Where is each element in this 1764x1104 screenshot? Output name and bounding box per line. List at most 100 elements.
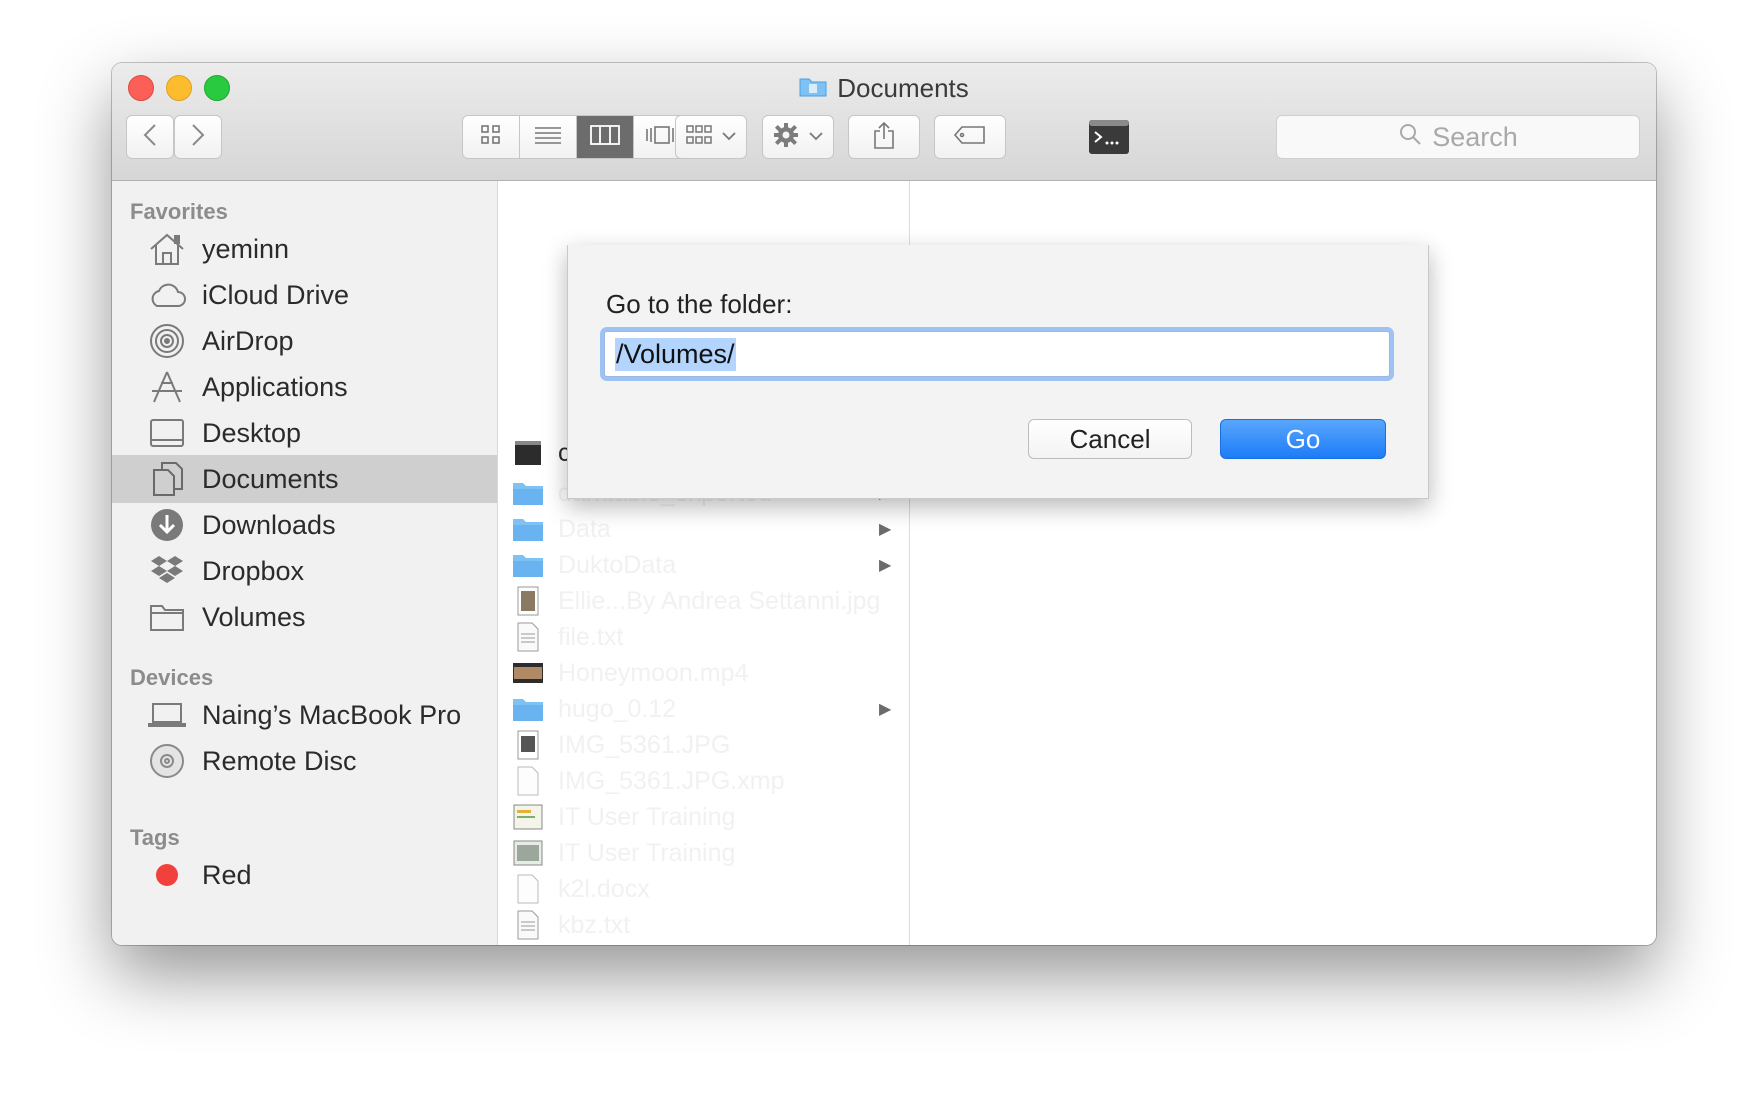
- search-placeholder: Search: [1432, 121, 1518, 152]
- sidebar-item-label: Red: [202, 859, 252, 890]
- laptop-icon: [148, 696, 186, 734]
- disc-icon: [148, 742, 186, 780]
- presentation-file-icon: [512, 837, 544, 869]
- sidebar-item-downloads[interactable]: Downloads: [112, 501, 497, 549]
- list-item[interactable]: IT User Training: [498, 835, 909, 871]
- file-name: DuktoData: [558, 550, 677, 579]
- sidebar-item-volumes[interactable]: Volumes: [112, 593, 497, 641]
- chevron-down-icon: [809, 128, 823, 146]
- sidebar-item-applications[interactable]: Applications: [112, 363, 497, 411]
- list-item[interactable]: DuktoData ▶: [498, 547, 909, 583]
- chevron-down-icon: [722, 128, 736, 146]
- list-item[interactable]: Data ▶: [498, 511, 909, 547]
- window-title-bar: Documents: [112, 71, 1656, 105]
- list-item[interactable]: IMG_5361.JPG.xmp: [498, 763, 909, 799]
- folder-icon: [512, 477, 544, 509]
- sidebar-item-label: Dropbox: [202, 555, 305, 586]
- sidebar-item-airdrop[interactable]: AirDrop: [112, 317, 497, 365]
- list-item[interactable]: IMG_5361.JPG: [498, 727, 909, 763]
- folder-icon: [512, 693, 544, 725]
- column-view-icon: [590, 124, 620, 150]
- file-name: IMG_5361.JPG: [558, 730, 731, 759]
- list-item[interactable]: kbz.txt: [498, 907, 909, 943]
- sidebar-item-label: Remote Disc: [202, 745, 357, 776]
- folder-icon: [799, 73, 827, 104]
- sidebar-item-remote-disc[interactable]: Remote Disc: [112, 737, 497, 785]
- sidebar-item-label: Volumes: [202, 601, 306, 632]
- file-name: file.txt: [558, 622, 624, 651]
- folder-icon: [148, 598, 186, 636]
- video-file-icon: [512, 657, 544, 689]
- gear-icon: [773, 122, 799, 153]
- airdrop-icon: [148, 322, 186, 360]
- sidebar-item-label: Documents: [202, 463, 339, 494]
- sidebar-item-label: Desktop: [202, 417, 302, 448]
- text-file-icon: [512, 909, 544, 941]
- search-icon: [1398, 122, 1422, 153]
- image-file-icon: [512, 729, 544, 761]
- presentation-file-icon: [512, 801, 544, 833]
- sidebar-item-label: Naing’s MacBook Pro: [202, 699, 462, 730]
- text-file-icon: [512, 621, 544, 653]
- tag-button[interactable]: [934, 115, 1006, 159]
- list-item[interactable]: Ellie...By Andrea Settanni.jpg: [498, 583, 909, 619]
- go-button[interactable]: Go: [1220, 419, 1386, 459]
- sidebar-item-label: AirDrop: [202, 325, 294, 356]
- folder-icon: [512, 549, 544, 581]
- disclosure-arrow-icon: ▶: [879, 701, 892, 718]
- tag-icon: [953, 125, 987, 150]
- applications-icon: [148, 368, 186, 406]
- disclosure-arrow-icon: ▶: [879, 521, 892, 538]
- share-icon: [872, 121, 896, 154]
- devices-header: Devices: [130, 665, 214, 690]
- sidebar-item-documents[interactable]: Documents: [112, 455, 497, 503]
- file-name: IMG_5361.JPG.xmp: [558, 766, 785, 795]
- sidebar-item-label: Applications: [202, 371, 348, 402]
- icon-view-button[interactable]: [463, 116, 520, 158]
- arrange-button[interactable]: [675, 115, 747, 159]
- terminal-button[interactable]: [1088, 119, 1130, 155]
- cover-flow-icon: [645, 125, 679, 150]
- forward-button[interactable]: [174, 115, 222, 159]
- dropbox-icon: [148, 552, 186, 590]
- list-view-button[interactable]: [520, 116, 577, 158]
- sidebar-item-tag-red[interactable]: Red: [112, 851, 497, 899]
- file-name: Data: [558, 514, 611, 543]
- list-item[interactable]: hugo_0.12 ▶: [498, 691, 909, 727]
- share-button[interactable]: [848, 115, 920, 159]
- sidebar-item-yeminn[interactable]: yeminn: [112, 225, 497, 273]
- sidebar-item-macbook-pro[interactable]: Naing’s MacBook Pro: [112, 691, 497, 739]
- terminal-icon: [1088, 120, 1130, 159]
- file-name: IT User Training: [558, 838, 736, 867]
- go-to-folder-dialog: Go to the folder: /Volumes/ Cancel Go: [567, 245, 1429, 499]
- file-name: IT User Training: [558, 802, 736, 831]
- sidebar-item-label: yeminn: [202, 233, 290, 264]
- favorites-header: Favorites: [130, 199, 228, 224]
- cloud-icon: [148, 276, 186, 314]
- column-view-button[interactable]: [577, 116, 634, 158]
- list-view-icon: [534, 125, 562, 150]
- dialog-label: Go to the folder:: [606, 289, 793, 319]
- sidebar-item-label: Downloads: [202, 509, 336, 540]
- cancel-button[interactable]: Cancel: [1028, 419, 1192, 459]
- sidebar-item-dropbox[interactable]: Dropbox: [112, 547, 497, 595]
- sidebar-item-icloud-drive[interactable]: iCloud Drive: [112, 271, 497, 319]
- list-item[interactable]: Honeymoon.mp4: [498, 655, 909, 691]
- view-mode-control: [462, 115, 691, 159]
- list-item[interactable]: file.txt: [498, 619, 909, 655]
- sidebar-item-desktop[interactable]: Desktop: [112, 409, 497, 457]
- search-field[interactable]: Search: [1276, 115, 1640, 159]
- blank-file-icon: [512, 873, 544, 905]
- list-item[interactable]: k2l.docx: [498, 871, 909, 907]
- file-name: k2l.docx: [558, 874, 650, 903]
- chevron-left-icon: [143, 123, 157, 152]
- window-title: Documents: [837, 72, 969, 103]
- chevron-right-icon: [191, 123, 205, 152]
- folder-path-input[interactable]: /Volumes/: [604, 331, 1390, 377]
- back-button[interactable]: [126, 115, 174, 159]
- file-name: kbz.txt: [558, 910, 631, 939]
- folder-path-value: /Volumes/: [615, 337, 736, 371]
- list-item[interactable]: IT User Training: [498, 799, 909, 835]
- file-name: Honeymoon.mp4: [558, 658, 749, 687]
- action-button[interactable]: [762, 115, 834, 159]
